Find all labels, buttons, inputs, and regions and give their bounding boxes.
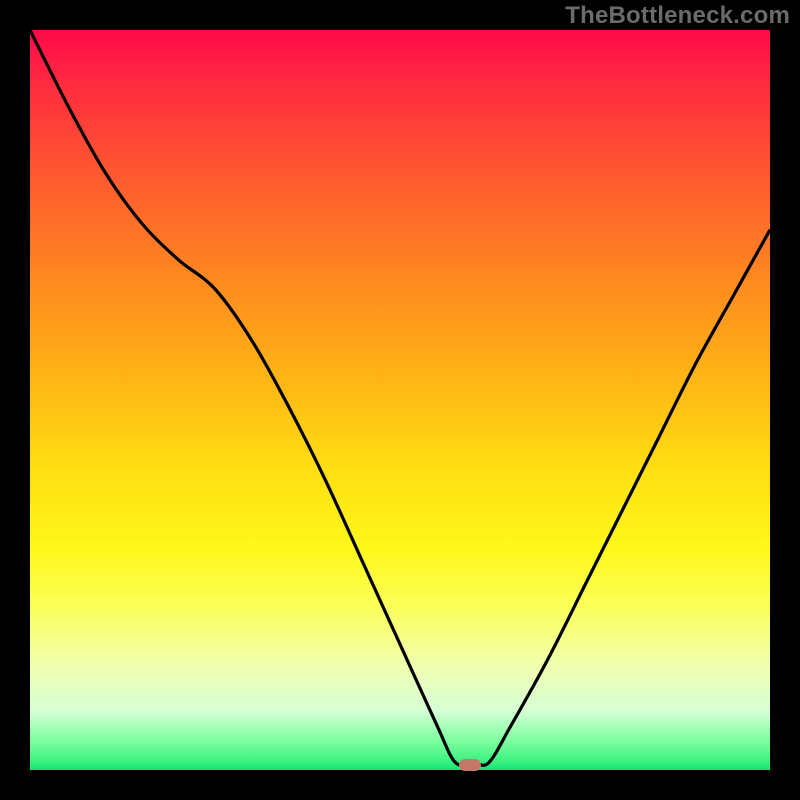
plot-area (30, 30, 770, 770)
watermark-text: TheBottleneck.com (565, 2, 790, 30)
outer-frame: TheBottleneck.com (0, 0, 800, 800)
bottleneck-curve (30, 30, 770, 770)
curve-path (30, 30, 770, 765)
optimal-marker (459, 759, 481, 771)
